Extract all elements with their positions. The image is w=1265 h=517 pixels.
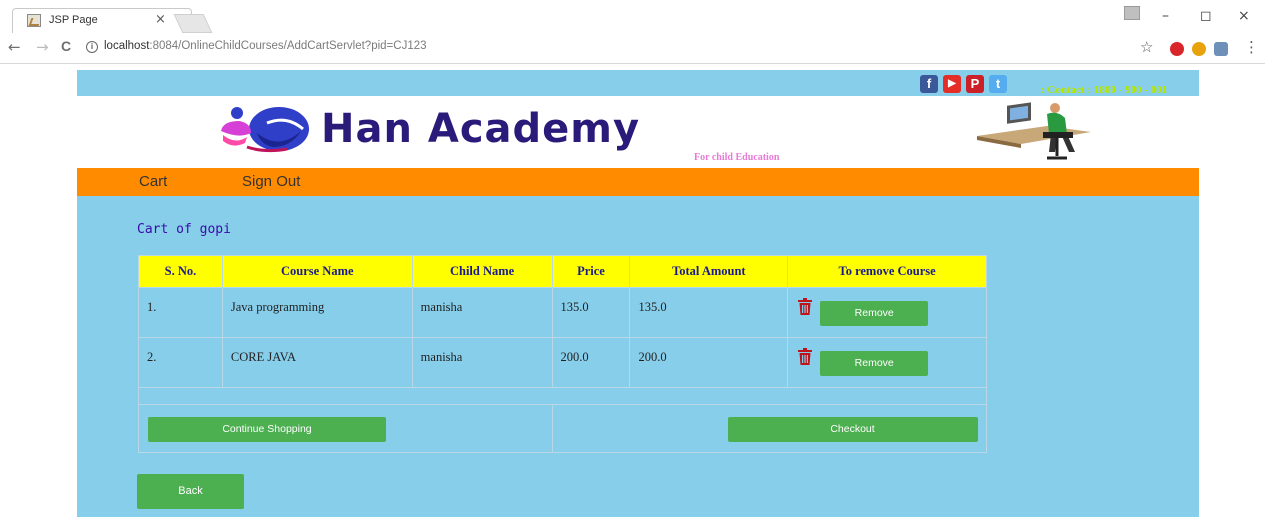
user-profile-icon[interactable] — [1124, 6, 1140, 20]
table-row: 2. CORE JAVA manisha 200.0 200.0 Remove — [138, 337, 987, 388]
shield-extension-icon[interactable] — [1214, 42, 1228, 56]
cell-total: 135.0 — [629, 287, 789, 338]
cart-title: Cart of gopi — [137, 222, 231, 237]
checkout-cell: Checkout — [551, 404, 988, 453]
table-row: 1. Java programming manisha 135.0 135.0 … — [138, 287, 987, 338]
cell-remove: Remove — [787, 337, 987, 388]
main-nav: Cart Sign Out — [77, 168, 1199, 196]
address-bar[interactable]: i localhost:8084/OnlineChildCourses/AddC… — [80, 36, 1260, 60]
nav-cart-link[interactable]: Cart — [139, 173, 167, 190]
col-header-remove: To remove Course — [787, 255, 987, 288]
cell-price: 135.0 — [551, 287, 631, 338]
site-header: Han Academy For child Education — [77, 96, 1199, 168]
browser-tabstrip: JSP Page × – ◻ × — [0, 0, 1265, 33]
cell-remove: Remove — [787, 287, 987, 338]
cart-table: S. No. Course Name Child Name Price Tota… — [138, 255, 988, 453]
cell-price: 200.0 — [551, 337, 631, 388]
restore-button[interactable]: ◻ — [1200, 8, 1212, 24]
cell-course: CORE JAVA — [221, 337, 413, 388]
continue-shopping-button[interactable]: Continue Shopping — [148, 417, 386, 442]
social-bar: f ▶ P t : Contact : 1800 - 900 - 001 — [77, 70, 1199, 96]
han-academy-logo-icon — [221, 107, 309, 153]
cell-child: manisha — [411, 337, 553, 388]
page-container: f ▶ P t : Contact : 1800 - 900 - 001 Han… — [77, 70, 1199, 517]
reload-icon[interactable]: C — [61, 38, 71, 54]
col-header-child: Child Name — [411, 255, 553, 288]
col-header-sno: S. No. — [138, 255, 223, 288]
cell-total: 200.0 — [629, 337, 789, 388]
tab-title: JSP Page — [49, 14, 98, 26]
url-host: localhost — [104, 40, 150, 52]
browser-menu-icon[interactable]: ⋮ — [1244, 38, 1259, 56]
continue-cell: Continue Shopping — [138, 404, 553, 453]
close-window-button[interactable]: × — [1238, 8, 1250, 24]
col-header-total: Total Amount — [629, 255, 789, 288]
spacer-cell — [138, 387, 987, 405]
twitter-icon[interactable]: t — [989, 75, 1007, 93]
site-tagline: For child Education — [694, 152, 780, 163]
cell-child: manisha — [411, 287, 553, 338]
page-favicon-icon — [27, 14, 41, 27]
trash-icon[interactable] — [798, 348, 813, 365]
back-button[interactable]: Back — [137, 474, 244, 509]
pinterest-icon[interactable]: P — [966, 75, 984, 93]
nav-signout-link[interactable]: Sign Out — [242, 173, 300, 190]
browser-toolbar: ← → C i localhost:8084/OnlineChildCourse… — [0, 33, 1265, 64]
col-header-price: Price — [551, 255, 631, 288]
bookmark-star-icon[interactable]: ☆ — [1140, 38, 1153, 56]
table-actions-row: Continue Shopping Checkout — [138, 404, 988, 453]
cell-sno: 2. — [138, 337, 223, 388]
url-text[interactable]: localhost:8084/OnlineChildCourses/AddCar… — [104, 40, 427, 52]
col-header-course: Course Name — [221, 255, 413, 288]
cell-course: Java programming — [221, 287, 413, 338]
computer-user-illustration — [977, 102, 1091, 160]
minimize-button[interactable]: – — [1162, 8, 1169, 24]
table-spacer-row — [138, 387, 987, 405]
site-logo-text: Han Academy — [321, 106, 641, 152]
browser-tab[interactable]: JSP Page × — [12, 8, 192, 33]
table-header-row: S. No. Course Name Child Name Price Tota… — [138, 255, 987, 288]
back-arrow-icon[interactable]: ← — [8, 38, 21, 56]
contact-number: : Contact : 1800 - 900 - 001 — [1041, 84, 1168, 96]
cell-sno: 1. — [138, 287, 223, 338]
forward-arrow-icon[interactable]: → — [36, 38, 49, 56]
checkout-button[interactable]: Checkout — [727, 417, 978, 442]
youtube-icon[interactable]: ▶ — [943, 75, 961, 93]
info-icon[interactable]: i — [86, 41, 98, 53]
remove-button[interactable]: Remove — [820, 351, 929, 376]
facebook-icon[interactable]: f — [920, 75, 938, 93]
trash-icon[interactable] — [798, 298, 813, 315]
adblock-extension-icon[interactable] — [1170, 42, 1184, 56]
remove-button[interactable]: Remove — [820, 301, 929, 326]
opera-extension-icon[interactable] — [1192, 42, 1206, 56]
url-path: :8084/OnlineChildCourses/AddCartServlet?… — [149, 40, 427, 52]
tab-close-icon[interactable]: × — [155, 12, 166, 27]
